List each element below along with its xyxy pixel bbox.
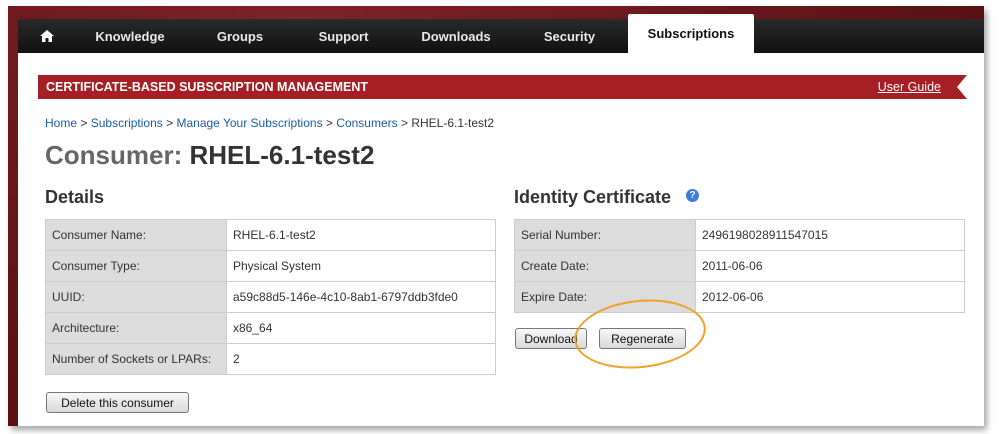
breadcrumb-home[interactable]: Home [45,116,77,130]
table-row: Serial Number: 2496198028911547015 [514,219,965,251]
certificate-heading: Identity Certificate [514,187,672,207]
details-value: Physical System [226,250,496,282]
banner-title: CERTIFICATE-BASED SUBSCRIPTION MANAGEMEN… [46,80,368,94]
breadcrumb-separator: > [325,116,333,130]
breadcrumb-current: RHEL-6.1-test2 [411,116,495,130]
help-icon[interactable]: ? [686,189,699,202]
certificate-key: Expire Date: [514,281,696,313]
table-row: Expire Date: 2012-06-06 [514,281,965,313]
user-guide-link[interactable]: User Guide [878,75,941,99]
table-row: Consumer Name: RHEL-6.1-test2 [45,219,496,251]
home-icon [40,30,54,42]
tab-security[interactable]: Security [521,19,618,53]
page-frame: Knowledge Groups Support Downloads Secur… [8,6,984,426]
table-row: Architecture: x86_64 [45,312,496,344]
table-row: Number of Sockets or LPARs: 2 [45,343,496,375]
page-title-label: Consumer: [45,140,183,170]
details-key: Consumer Name: [45,219,227,251]
page-title-value: RHEL-6.1-test2 [189,140,375,170]
details-key: UUID: [45,281,227,313]
banner-notch [957,75,967,99]
section-banner: CERTIFICATE-BASED SUBSCRIPTION MANAGEMEN… [38,75,957,99]
details-value: a59c88d5-146e-4c10-8ab1-6797ddb3fde0 [226,281,496,313]
certificate-key: Serial Number: [514,219,696,251]
certificate-key: Create Date: [514,250,696,282]
certificate-value: 2496198028911547015 [695,219,965,251]
details-value: RHEL-6.1-test2 [226,219,496,251]
details-value: x86_64 [226,312,496,344]
breadcrumb-manage-subscriptions[interactable]: Manage Your Subscriptions [176,116,322,130]
table-row: Create Date: 2011-06-06 [514,250,965,282]
top-navbar: Knowledge Groups Support Downloads Secur… [18,14,984,53]
main-content: CERTIFICATE-BASED SUBSCRIPTION MANAGEMEN… [18,53,984,426]
certificate-value: 2011-06-06 [695,250,965,282]
breadcrumb-subscriptions[interactable]: Subscriptions [91,116,163,130]
breadcrumb: Home > Subscriptions > Manage Your Subsc… [45,116,494,130]
details-value: 2 [226,343,496,375]
tab-support[interactable]: Support [296,19,391,53]
tab-groups[interactable]: Groups [184,19,296,53]
details-key: Consumer Type: [45,250,227,282]
breadcrumb-separator: > [80,116,88,130]
table-row: UUID: a59c88d5-146e-4c10-8ab1-6797ddb3fd… [45,281,496,313]
details-table: Consumer Name: RHEL-6.1-test2 Consumer T… [45,219,496,375]
details-key: Number of Sockets or LPARs: [45,343,227,375]
table-row: Consumer Type: Physical System [45,250,496,282]
download-button[interactable]: Download [515,328,587,349]
tab-subscriptions[interactable]: Subscriptions [628,14,754,53]
certificate-value: 2012-06-06 [695,281,965,313]
breadcrumb-separator: > [400,116,408,130]
page-title: Consumer: RHEL-6.1-test2 [45,140,374,171]
details-heading: Details [45,187,105,207]
breadcrumb-consumers[interactable]: Consumers [336,116,397,130]
tab-downloads[interactable]: Downloads [391,19,521,53]
regenerate-button[interactable]: Regenerate [599,328,686,349]
tab-knowledge[interactable]: Knowledge [76,19,184,53]
certificate-table: Serial Number: 2496198028911547015 Creat… [514,219,965,313]
breadcrumb-separator: > [166,116,174,130]
delete-consumer-button[interactable]: Delete this consumer [46,392,189,413]
nav-home[interactable] [18,19,76,53]
details-key: Architecture: [45,312,227,344]
